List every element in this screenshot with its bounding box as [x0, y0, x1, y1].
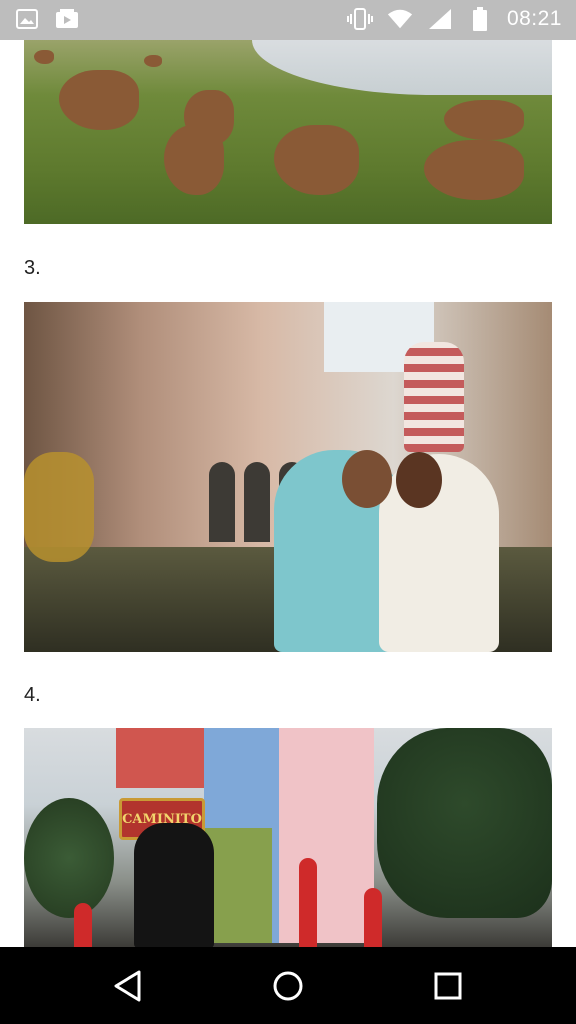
item-number-4: 4. [24, 684, 41, 706]
battery-icon [467, 6, 493, 32]
kangaroos-photo [24, 40, 552, 224]
back-icon [114, 970, 141, 1002]
back-button[interactable] [98, 966, 158, 1006]
clock-time: 08:21 [506, 7, 562, 30]
home-button[interactable] [258, 966, 318, 1006]
wifi-icon [387, 6, 413, 32]
recents-icon [434, 972, 462, 1000]
video-icon [54, 6, 80, 32]
item-number-3: 3. [24, 257, 41, 279]
vibrate-icon [346, 6, 373, 32]
signal-icon [427, 6, 453, 32]
home-icon [273, 971, 303, 1001]
navigation-bar [0, 947, 576, 1024]
recents-button[interactable] [418, 966, 478, 1006]
article-content[interactable]: 3. 4. CAMINITO [0, 40, 576, 947]
venice-gondola-photo [24, 302, 552, 652]
caminito-tango-photo: CAMINITO [24, 728, 552, 947]
status-bar: 08:21 [0, 0, 576, 40]
image-icon [14, 6, 40, 32]
